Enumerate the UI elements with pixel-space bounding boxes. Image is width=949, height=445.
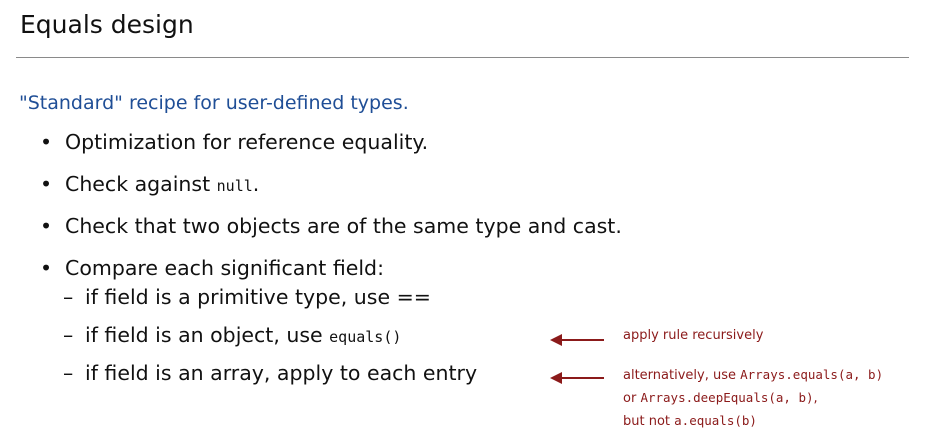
sub-bullet-marker: – [63,361,74,385]
slide-subtitle: "Standard" recipe for user-defined types… [19,92,409,114]
bullet-text: Compare each significant field: [65,256,384,280]
annotation-arrays: alternatively, use Arrays.equals(a, b) o… [623,364,883,433]
sub-bullet-text-part: if field is an object, use [85,323,330,347]
left-arrow-icon [550,372,604,384]
sub-bullet-text: if field is a primitive type, use == [85,285,431,309]
bullet-text-part: Check against [65,172,217,196]
inline-code: Arrays.equals(a, b) [740,367,884,382]
left-arrow-icon [550,334,604,346]
bullet-marker: • [40,256,53,280]
sub-bullet-item: – if field is a primitive type, use == [63,283,923,321]
bullet-item: • Check against null. [40,169,920,211]
bullet-item: • Check that two objects are of the same… [40,211,920,253]
inline-code: null [216,177,253,195]
bullet-item: • Optimization for reference equality. [40,127,920,169]
bullet-marker: • [40,214,53,238]
annotation-text: or [623,391,641,406]
inline-code: equals() [329,328,402,346]
annotation-text: but not [623,414,675,429]
inline-code: Arrays.deepEquals(a, b) [640,390,814,405]
sub-bullet-item: – if field is an object, use equals() [63,321,923,359]
sub-bullet-marker: – [63,323,74,347]
title-divider [16,57,909,58]
sub-bullet-marker: – [63,285,74,309]
annotation-text: , [813,391,818,406]
sub-bullet-text: if field is an array, apply to each entr… [85,361,478,385]
bullet-marker: • [40,172,53,196]
annotation-recursive: apply rule recursively [623,328,764,343]
bullet-text: Check that two objects are of the same t… [65,214,622,238]
annotation-line: alternatively, use Arrays.equals(a, b) [623,364,883,387]
slide: Equals design "Standard" recipe for user… [0,0,949,445]
bullet-marker: • [40,130,53,154]
bullet-text-part: . [252,172,260,196]
bullet-list: • Optimization for reference equality. •… [40,127,920,295]
annotation-line: or Arrays.deepEquals(a, b), [623,387,883,410]
inline-code: a.equals(b) [674,413,757,428]
sub-bullet-text: if field is an object, use equals() [85,321,401,351]
annotation-line: but not a.equals(b) [623,410,883,433]
slide-title: Equals design [20,10,194,39]
annotation-text: alternatively, use [623,368,741,383]
bullet-text: Optimization for reference equality. [65,130,429,154]
bullet-text: Check against null. [65,169,259,201]
